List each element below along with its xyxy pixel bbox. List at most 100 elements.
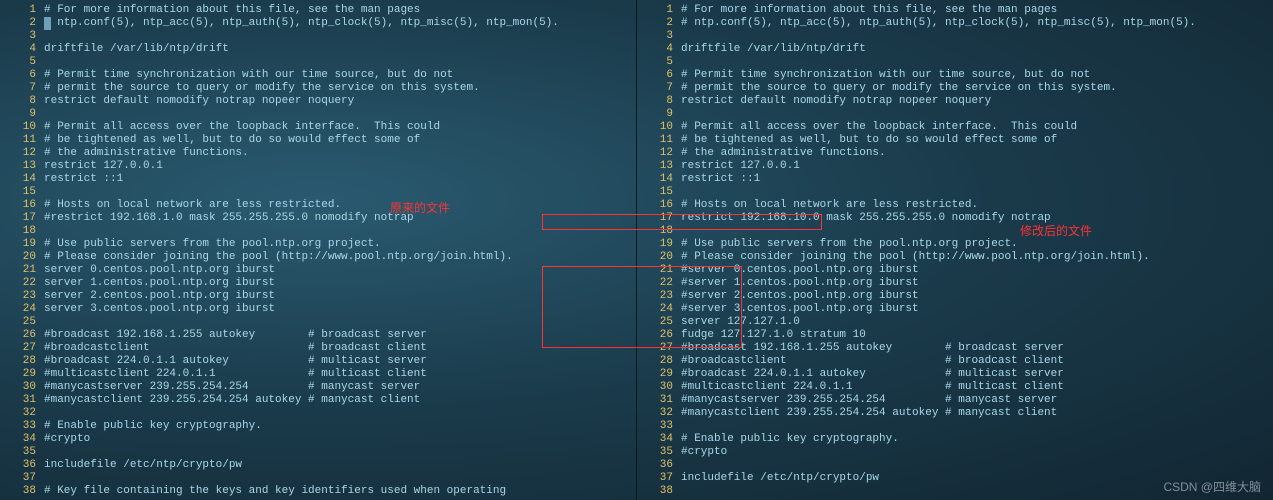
line-number: 37	[0, 472, 44, 485]
line-number: 9	[0, 108, 44, 121]
code-line[interactable]: 10# Permit all access over the loopback …	[0, 121, 636, 134]
code-line[interactable]: 5	[637, 56, 1273, 69]
line-number: 18	[637, 225, 681, 238]
code-line[interactable]: 8restrict default nomodify notrap nopeer…	[0, 95, 636, 108]
code-line[interactable]: 16# Hosts on local network are less rest…	[637, 199, 1273, 212]
code-line[interactable]: 28#broadcastclient # broadcast client	[637, 355, 1273, 368]
code-line[interactable]: 26#broadcast 192.168.1.255 autokey # bro…	[0, 329, 636, 342]
code-line[interactable]: 10# Permit all access over the loopback …	[637, 121, 1273, 134]
code-line[interactable]: 34#crypto	[0, 433, 636, 446]
code-line[interactable]: 14restrict ::1	[637, 173, 1273, 186]
code-line[interactable]: 32	[0, 407, 636, 420]
code-text: # be tightened as well, but to do so wou…	[681, 134, 1057, 147]
code-line[interactable]: 33# Enable public key cryptography.	[0, 420, 636, 433]
code-line[interactable]: 26fudge 127.127.1.0 stratum 10	[637, 329, 1273, 342]
code-line[interactable]: 27#broadcastclient # broadcast client	[0, 342, 636, 355]
code-line[interactable]: 6# Permit time synchronization with our …	[0, 69, 636, 82]
code-line[interactable]: 8restrict default nomodify notrap nopeer…	[637, 95, 1273, 108]
code-line[interactable]: 3	[0, 30, 636, 43]
code-line[interactable]: 4driftfile /var/lib/ntp/drift	[0, 43, 636, 56]
code-line[interactable]: 38# Key file containing the keys and key…	[0, 485, 636, 498]
code-line[interactable]: 12# the administrative functions.	[0, 147, 636, 160]
line-number: 7	[0, 82, 44, 95]
code-line[interactable]: 37	[0, 472, 636, 485]
code-line[interactable]: 11# be tightened as well, but to do so w…	[0, 134, 636, 147]
code-line[interactable]: 21server 0.centos.pool.ntp.org iburst	[0, 264, 636, 277]
code-line[interactable]: 13restrict 127.0.0.1	[0, 160, 636, 173]
code-line[interactable]: 22#server 1.centos.pool.ntp.org iburst	[637, 277, 1273, 290]
code-line[interactable]: 20# Please consider joining the pool (ht…	[637, 251, 1273, 264]
line-number: 29	[637, 368, 681, 381]
code-line[interactable]: 29#broadcast 224.0.1.1 autokey # multica…	[637, 368, 1273, 381]
code-line[interactable]: 1# For more information about this file,…	[0, 4, 636, 17]
code-text: restrict default nomodify notrap nopeer …	[44, 95, 354, 108]
code-line[interactable]: 28#broadcast 224.0.1.1 autokey # multica…	[0, 355, 636, 368]
code-line[interactable]: 18	[0, 225, 636, 238]
code-line[interactable]: 6# Permit time synchronization with our …	[637, 69, 1273, 82]
code-text: driftfile /var/lib/ntp/drift	[681, 43, 866, 56]
code-line[interactable]: 20# Please consider joining the pool (ht…	[0, 251, 636, 264]
line-number: 33	[637, 420, 681, 433]
line-number: 28	[0, 355, 44, 368]
code-line[interactable]: 9	[637, 108, 1273, 121]
code-line[interactable]: 29#multicastclient 224.0.1.1 # multicast…	[0, 368, 636, 381]
code-line[interactable]: 21#server 0.centos.pool.ntp.org iburst	[637, 264, 1273, 277]
code-line[interactable]: 27#broadcast 192.168.1.255 autokey # bro…	[637, 342, 1273, 355]
code-line[interactable]: 23server 2.centos.pool.ntp.org iburst	[0, 290, 636, 303]
line-number: 17	[0, 212, 44, 225]
code-line[interactable]: 15	[0, 186, 636, 199]
line-number: 10	[637, 121, 681, 134]
code-line[interactable]: 15	[637, 186, 1273, 199]
code-text: # permit the source to query or modify t…	[44, 82, 480, 95]
code-line[interactable]: 33	[637, 420, 1273, 433]
code-line[interactable]: 14restrict ::1	[0, 173, 636, 186]
code-line[interactable]: 19# Use public servers from the pool.ntp…	[0, 238, 636, 251]
code-line[interactable]: 34# Enable public key cryptography.	[637, 433, 1273, 446]
code-line[interactable]: 31#manycastserver 239.255.254.254 # many…	[637, 394, 1273, 407]
line-number: 25	[0, 316, 44, 329]
line-number: 23	[637, 290, 681, 303]
code-line[interactable]: 25	[0, 316, 636, 329]
code-line[interactable]: 1# For more information about this file,…	[637, 4, 1273, 17]
code-line[interactable]: 30#multicastclient 224.0.1.1 # multicast…	[637, 381, 1273, 394]
code-line[interactable]: 35	[0, 446, 636, 459]
code-line[interactable]: 17restrict 192.168.10.0 mask 255.255.255…	[637, 212, 1273, 225]
left-editor-pane[interactable]: 1# For more information about this file,…	[0, 0, 637, 500]
code-line[interactable]: 19# Use public servers from the pool.ntp…	[637, 238, 1273, 251]
code-line[interactable]: 16# Hosts on local network are less rest…	[0, 199, 636, 212]
code-line[interactable]: 12# the administrative functions.	[637, 147, 1273, 160]
code-line[interactable]: 32#manycastclient 239.255.254.254 autoke…	[637, 407, 1273, 420]
code-line[interactable]: 2# ntp.conf(5), ntp_acc(5), ntp_auth(5),…	[637, 17, 1273, 30]
code-line[interactable]: 7# permit the source to query or modify …	[637, 82, 1273, 95]
left-annotation-label: 原来的文件	[390, 202, 450, 215]
code-line[interactable]: 36	[637, 459, 1273, 472]
code-line[interactable]: 23#server 2.centos.pool.ntp.org iburst	[637, 290, 1273, 303]
code-line[interactable]: 31#manycastclient 239.255.254.254 autoke…	[0, 394, 636, 407]
code-line[interactable]: 3	[637, 30, 1273, 43]
code-line[interactable]: 13restrict 127.0.0.1	[637, 160, 1273, 173]
code-line[interactable]: 17#restrict 192.168.1.0 mask 255.255.255…	[0, 212, 636, 225]
code-text: #manycastserver 239.255.254.254 # manyca…	[44, 381, 420, 394]
code-line[interactable]: 30#manycastserver 239.255.254.254 # many…	[0, 381, 636, 394]
code-line[interactable]: 25server 127.127.1.0	[637, 316, 1273, 329]
code-line[interactable]: 18	[637, 225, 1273, 238]
code-text: # Hosts on local network are less restri…	[681, 199, 978, 212]
line-number: 36	[0, 459, 44, 472]
code-text: server 0.centos.pool.ntp.org iburst	[44, 264, 275, 277]
code-line[interactable]: 7# permit the source to query or modify …	[0, 82, 636, 95]
code-text: #multicastclient 224.0.1.1 # multicast c…	[681, 381, 1064, 394]
code-line[interactable]: 24#server 3.centos.pool.ntp.org iburst	[637, 303, 1273, 316]
code-line[interactable]: 35#crypto	[637, 446, 1273, 459]
code-line[interactable]: 36includefile /etc/ntp/crypto/pw	[0, 459, 636, 472]
code-text: #broadcast 192.168.1.255 autokey # broad…	[681, 342, 1064, 355]
code-line[interactable]: 24server 3.centos.pool.ntp.org iburst	[0, 303, 636, 316]
code-line[interactable]: 4driftfile /var/lib/ntp/drift	[637, 43, 1273, 56]
code-text: # Permit all access over the loopback in…	[681, 121, 1077, 134]
line-number: 29	[0, 368, 44, 381]
code-line[interactable]: 5	[0, 56, 636, 69]
code-line[interactable]: 11# be tightened as well, but to do so w…	[637, 134, 1273, 147]
code-line[interactable]: 9	[0, 108, 636, 121]
code-line[interactable]: 2# ntp.conf(5), ntp_acc(5), ntp_auth(5),…	[0, 17, 636, 30]
code-line[interactable]: 22server 1.centos.pool.ntp.org iburst	[0, 277, 636, 290]
right-editor-pane[interactable]: 1# For more information about this file,…	[637, 0, 1273, 500]
